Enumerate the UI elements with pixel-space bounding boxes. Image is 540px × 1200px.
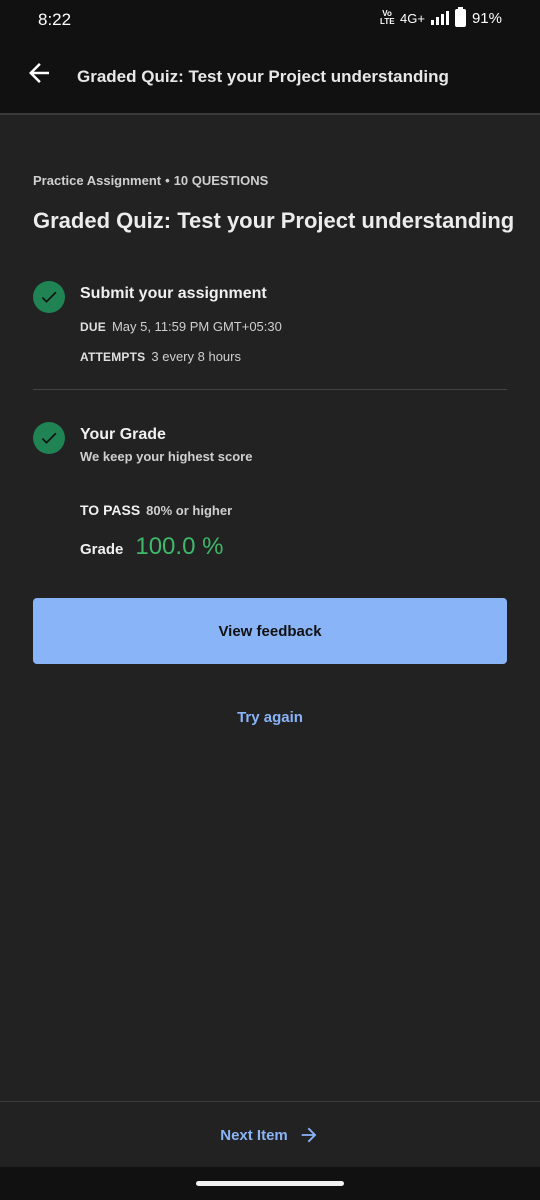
signal-icon bbox=[430, 11, 449, 25]
pass-value: 80% or higher bbox=[146, 503, 233, 518]
status-icons: Vo LTE 4G+ 91% bbox=[380, 7, 502, 27]
assignment-type: Practice Assignment bbox=[33, 173, 162, 188]
attempts-value: 3 every 8 hours bbox=[151, 349, 241, 364]
meta-separator: • bbox=[165, 173, 170, 188]
pass-label: TO PASS bbox=[80, 502, 141, 518]
view-feedback-button[interactable]: View feedback bbox=[33, 598, 507, 664]
grade-label: Grade bbox=[80, 541, 124, 558]
next-item-button[interactable]: Next Item bbox=[0, 1102, 540, 1168]
due-row: DUE May 5, 11:59 PM GMT+05:30 bbox=[80, 319, 282, 334]
battery-percent: 91% bbox=[471, 9, 502, 27]
due-label: DUE bbox=[80, 320, 106, 334]
section-divider bbox=[33, 389, 507, 390]
check-circle-icon bbox=[33, 281, 65, 313]
pass-row: TO PASS 80% or higher bbox=[80, 502, 232, 518]
attempts-row: ATTEMPTS 3 every 8 hours bbox=[80, 349, 241, 364]
grade-value: 100.0 % bbox=[135, 533, 224, 560]
system-nav-area bbox=[0, 1167, 540, 1200]
volte-icon: Vo LTE bbox=[380, 9, 395, 26]
next-item-label: Next Item bbox=[220, 1126, 288, 1144]
check-circle-icon bbox=[33, 422, 65, 454]
status-bar: 8:22 Vo LTE 4G+ 91% bbox=[0, 0, 540, 40]
try-again-button[interactable]: Try again bbox=[0, 709, 540, 726]
page-title: Graded Quiz: Test your Project understan… bbox=[33, 208, 515, 233]
app-bar: Graded Quiz: Test your Project understan… bbox=[0, 40, 540, 115]
question-count: 10 QUESTIONS bbox=[173, 173, 269, 188]
grade-row: Grade 100.0 % bbox=[80, 533, 223, 561]
submit-title: Submit your assignment bbox=[80, 285, 267, 302]
assignment-meta: Practice Assignment • 10 QUESTIONS bbox=[33, 173, 268, 188]
arrow-back-icon bbox=[29, 63, 49, 83]
network-type: 4G+ bbox=[400, 10, 425, 26]
attempts-label: ATTEMPTS bbox=[80, 350, 146, 364]
arrow-forward-icon bbox=[301, 1127, 317, 1143]
status-time: 8:22 bbox=[38, 10, 72, 29]
battery-icon bbox=[454, 7, 466, 27]
back-button[interactable] bbox=[24, 58, 54, 88]
due-value: May 5, 11:59 PM GMT+05:30 bbox=[111, 319, 282, 334]
app-bar-title: Graded Quiz: Test your Project understan… bbox=[77, 67, 449, 86]
grade-title: Your Grade bbox=[80, 426, 166, 443]
home-indicator[interactable] bbox=[196, 1181, 344, 1186]
grade-subtitle: We keep your highest score bbox=[80, 449, 253, 464]
bottom-bar: Next Item bbox=[0, 1101, 540, 1168]
